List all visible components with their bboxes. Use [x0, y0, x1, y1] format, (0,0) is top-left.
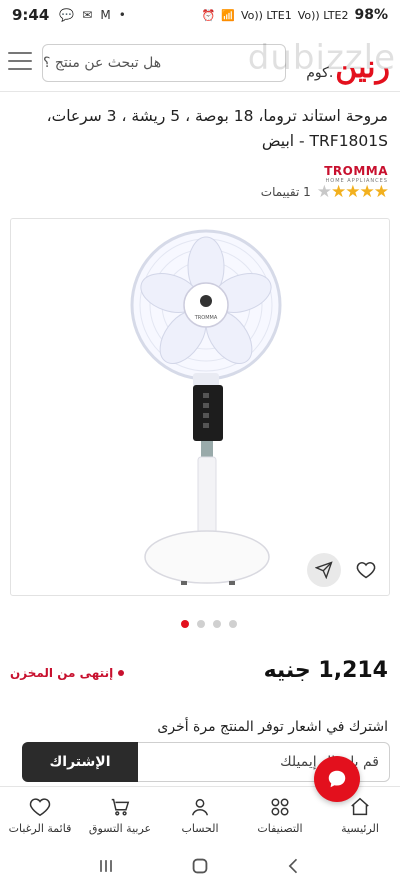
- home-icon: [351, 797, 369, 816]
- categories-icon: [271, 798, 289, 816]
- stock-status-dot: [118, 670, 125, 676]
- status-system-icons: ⏰ 📶 Vo)) LTE1 Vo)) LTE2 98%: [202, 7, 388, 23]
- user-icon: [191, 798, 209, 816]
- site-logo[interactable]: رنين .كوم: [306, 50, 390, 85]
- brand-logo[interactable]: TROMMA HOME APPLIANCES: [324, 164, 388, 184]
- wishlist-button[interactable]: [349, 553, 383, 587]
- product-price: 1,214 جنيه: [263, 658, 388, 683]
- hamburger-menu-icon[interactable]: [8, 52, 32, 70]
- nav-wishlist-label: قائمة الرغبات: [8, 822, 72, 835]
- pagination-dot-4[interactable]: [229, 620, 237, 628]
- logo-suffix: .كوم: [306, 65, 334, 81]
- rating-row[interactable]: ★★★★★ 1 تقييمات: [260, 182, 389, 202]
- chat-button[interactable]: [314, 756, 360, 802]
- gallery-pagination: [181, 620, 237, 628]
- ratings-count: 1 تقييمات: [260, 185, 311, 199]
- battery-percent: 98%: [354, 7, 388, 23]
- pagination-dot-3[interactable]: [213, 620, 221, 628]
- product-image-fan: TROMMA: [130, 229, 282, 585]
- status-bar: 9:44 💬 ✉ M • ⏰ 📶 Vo)) LTE1 Vo)) LTE2 98%: [0, 0, 400, 30]
- stock-status-text: إنتهى من المخزن: [10, 666, 114, 680]
- notify-label: اشترك في اشعار توفر المنتج مرة أخرى: [157, 719, 388, 735]
- share-button[interactable]: [307, 553, 341, 587]
- signal-label-2: Vo)) LTE2: [297, 8, 349, 22]
- pagination-dot-2[interactable]: [197, 620, 205, 628]
- nav-categories-label: التصنيفات: [257, 822, 303, 835]
- system-navigation-bar: [0, 844, 400, 888]
- back-icon[interactable]: [284, 856, 304, 876]
- chat-notification-icon: 💬: [59, 8, 75, 22]
- nav-account-label: الحساب: [181, 822, 219, 835]
- wifi-icon: 📶: [221, 8, 235, 22]
- nav-categories[interactable]: التصنيفات: [240, 787, 320, 844]
- stock-status: إنتهى من المخزن: [10, 666, 125, 680]
- recent-apps-icon[interactable]: [96, 856, 116, 876]
- svg-text:TROMMA: TROMMA: [194, 315, 218, 321]
- signal-label-1: Vo)) LTE1: [240, 8, 292, 22]
- search-placeholder: هل تبحث عن منتج ؟: [43, 55, 162, 71]
- product-title: مروحة استاند تروما، 18 بوصة ، 5 ريشة ، 3…: [46, 107, 388, 150]
- home-button-icon[interactable]: [189, 855, 211, 877]
- status-notification-icons: 💬 ✉ M •: [59, 8, 125, 22]
- nav-wishlist[interactable]: قائمة الرغبات: [0, 787, 80, 844]
- nav-cart-label: عربية التسوق: [88, 822, 152, 835]
- nav-cart[interactable]: عربية التسوق: [80, 787, 160, 844]
- alarm-icon: ⏰: [201, 8, 216, 22]
- star-rating: ★★★★★: [316, 182, 389, 202]
- status-time: 9:44: [12, 6, 50, 24]
- heart-icon: [29, 798, 51, 817]
- product-image-gallery[interactable]: TROMMA: [10, 218, 390, 596]
- chat-bubble-icon: [328, 770, 346, 788]
- cart-icon: [111, 798, 130, 816]
- nav-home-label: الرئيسية: [341, 822, 379, 835]
- subscribe-button[interactable]: الإشتراك: [22, 742, 138, 782]
- logo-text: رنين: [335, 50, 390, 85]
- pagination-dot-1[interactable]: [181, 620, 189, 628]
- dot-icon: •: [118, 8, 126, 22]
- nav-account[interactable]: الحساب: [160, 787, 240, 844]
- send-icon: [315, 561, 333, 579]
- mail-notification-icon: ✉: [82, 8, 93, 22]
- brand-name: TROMMA: [324, 164, 388, 178]
- gmail-notification-icon: M: [100, 8, 111, 22]
- app-header: هل تبحث عن منتج ؟ dubizzle رنين .كوم: [0, 30, 400, 92]
- heart-icon: [356, 562, 376, 579]
